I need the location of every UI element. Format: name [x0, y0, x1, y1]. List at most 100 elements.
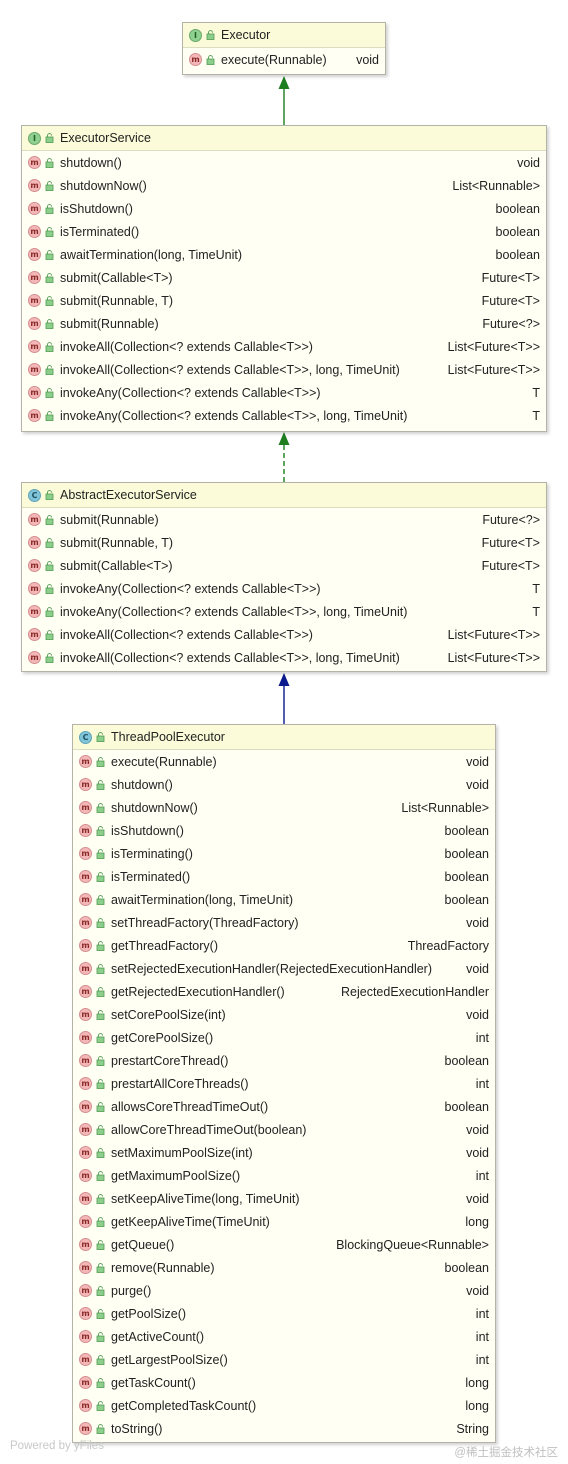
method-return-type: int	[475, 1076, 489, 1091]
method-row[interactable]: m setCorePoolSize(int) void	[73, 1003, 495, 1026]
method-row[interactable]: m invokeAll(Collection<? extends Callable…	[22, 623, 546, 646]
visibility-lock-icon	[45, 387, 54, 398]
method-row[interactable]: m getRejectedExecutionHandler() RejectedEx…	[73, 980, 495, 1003]
visibility-lock-icon	[96, 1193, 105, 1204]
method-row[interactable]: m prestartCoreThread() boolean	[73, 1049, 495, 1072]
visibility-lock-icon	[45, 249, 54, 260]
method-return-type: String	[456, 1421, 489, 1436]
method-icon: m	[28, 559, 41, 572]
method-row[interactable]: m submit(Runnable) Future<?>	[22, 312, 546, 335]
method-return-type: RejectedExecutionHandler	[340, 984, 489, 999]
method-return-type: boolean	[444, 1053, 490, 1068]
method-row[interactable]: m isTerminated() boolean	[73, 865, 495, 888]
method-row[interactable]: m getLargestPoolSize() int	[73, 1348, 495, 1371]
method-name: submit(Callable<T>)	[60, 270, 173, 285]
method-name: purge()	[111, 1283, 152, 1298]
method-name: execute(Runnable)	[221, 52, 327, 67]
method-name: submit(Runnable, T)	[60, 293, 174, 308]
method-row[interactable]: m execute(Runnable) void	[183, 48, 385, 71]
method-row[interactable]: m getPoolSize() int	[73, 1302, 495, 1325]
visibility-lock-icon	[45, 318, 54, 329]
method-row[interactable]: m getCorePoolSize() int	[73, 1026, 495, 1049]
method-row[interactable]: m setThreadFactory(ThreadFactory) void	[73, 911, 495, 934]
visibility-lock-icon	[45, 490, 54, 500]
method-row[interactable]: m awaitTermination(long, TimeUnit) boolean	[22, 243, 546, 266]
method-return-type: boolean	[495, 247, 541, 262]
method-row[interactable]: m getMaximumPoolSize() int	[73, 1164, 495, 1187]
method-row[interactable]: m isTerminated() boolean	[22, 220, 546, 243]
threadpoolexecutor-class-box[interactable]: C ThreadPoolExecutor m execute(Runnable) v…	[72, 724, 496, 1443]
method-row[interactable]: m invokeAny(Collection<? extends Callable…	[22, 577, 546, 600]
method-row[interactable]: m submit(Callable<T>) Future<T>	[22, 266, 546, 289]
visibility-lock-icon	[96, 1239, 105, 1250]
method-icon: m	[79, 1031, 92, 1044]
executorservice-class-box[interactable]: I ExecutorService m shutdown() void m shutdo…	[21, 125, 547, 432]
method-icon: m	[79, 1077, 92, 1090]
method-name: isTerminated()	[111, 869, 191, 884]
method-row[interactable]: m toString() String	[73, 1417, 495, 1440]
method-row[interactable]: m shutdownNow() List<Runnable>	[73, 796, 495, 819]
method-name: awaitTermination(long, TimeUnit)	[60, 247, 243, 262]
method-icon: m	[79, 778, 92, 791]
method-row[interactable]: m invokeAny(Collection<? extends Callable…	[22, 404, 546, 427]
method-row[interactable]: m allowsCoreThreadTimeOut() boolean	[73, 1095, 495, 1118]
visibility-lock-icon	[96, 825, 105, 836]
method-row[interactable]: m isShutdown() boolean	[73, 819, 495, 842]
method-return-type: List<Runnable>	[452, 178, 540, 193]
method-row[interactable]: m invokeAny(Collection<? extends Callable…	[22, 381, 546, 404]
method-name: submit(Callable<T>)	[60, 558, 173, 573]
executorservice-header: I ExecutorService	[22, 126, 546, 151]
method-row[interactable]: m getQueue() BlockingQueue<Runnable>	[73, 1233, 495, 1256]
method-row[interactable]: m getThreadFactory() ThreadFactory	[73, 934, 495, 957]
threadpoolexecutor-header: C ThreadPoolExecutor	[73, 725, 495, 750]
method-row[interactable]: m execute(Runnable) void	[73, 750, 495, 773]
method-row[interactable]: m getActiveCount() int	[73, 1325, 495, 1348]
method-return-type: int	[475, 1030, 489, 1045]
method-name: invokeAll(Collection<? extends Callable<…	[60, 339, 313, 354]
method-name: execute(Runnable)	[111, 754, 217, 769]
method-name: prestartCoreThread()	[111, 1053, 229, 1068]
method-row[interactable]: m isTerminating() boolean	[73, 842, 495, 865]
method-row[interactable]: m setKeepAliveTime(long, TimeUnit) void	[73, 1187, 495, 1210]
method-row[interactable]: m shutdownNow() List<Runnable>	[22, 174, 546, 197]
arrowhead-executorservice	[278, 432, 290, 445]
method-name: setCorePoolSize(int)	[111, 1007, 226, 1022]
method-row[interactable]: m getKeepAliveTime(TimeUnit) long	[73, 1210, 495, 1233]
method-row[interactable]: m awaitTermination(long, TimeUnit) boolean	[73, 888, 495, 911]
method-icon: m	[28, 363, 41, 376]
method-row[interactable]: m setRejectedExecutionHandler(RejectedExe…	[73, 957, 495, 980]
method-row[interactable]: m remove(Runnable) boolean	[73, 1256, 495, 1279]
method-row[interactable]: m invokeAll(Collection<? extends Callable…	[22, 335, 546, 358]
method-row[interactable]: m submit(Callable<T>) Future<T>	[22, 554, 546, 577]
method-row[interactable]: m submit(Runnable, T) Future<T>	[22, 531, 546, 554]
method-icon: m	[79, 1100, 92, 1113]
method-row[interactable]: m getTaskCount() long	[73, 1371, 495, 1394]
method-row[interactable]: m purge() void	[73, 1279, 495, 1302]
arrowhead-executor	[278, 76, 290, 89]
method-row[interactable]: m shutdown() void	[73, 773, 495, 796]
method-row[interactable]: m submit(Runnable, T) Future<T>	[22, 289, 546, 312]
method-name: submit(Runnable)	[60, 512, 159, 527]
method-name: isShutdown()	[60, 201, 133, 216]
method-row[interactable]: m prestartAllCoreThreads() int	[73, 1072, 495, 1095]
method-return-type: void	[466, 1283, 489, 1298]
method-row[interactable]: m isShutdown() boolean	[22, 197, 546, 220]
method-name: isTerminating()	[111, 846, 193, 861]
method-name: setThreadFactory(ThreadFactory)	[111, 915, 299, 930]
method-row[interactable]: m submit(Runnable) Future<?>	[22, 508, 546, 531]
method-row[interactable]: m invokeAll(Collection<? extends Callable…	[22, 358, 546, 381]
abstractexecutorservice-class-box[interactable]: C AbstractExecutorService m submit(Runnab…	[21, 482, 547, 672]
method-row[interactable]: m getCompletedTaskCount() long	[73, 1394, 495, 1417]
executor-class-box[interactable]: I Executor m execute(Runnable) void	[182, 22, 386, 75]
method-row[interactable]: m invokeAny(Collection<? extends Callable…	[22, 600, 546, 623]
method-row[interactable]: m shutdown() void	[22, 151, 546, 174]
method-name: getThreadFactory()	[111, 938, 218, 953]
method-row[interactable]: m invokeAll(Collection<? extends Callable…	[22, 646, 546, 669]
method-icon: m	[79, 962, 92, 975]
method-icon: m	[79, 824, 92, 837]
method-row[interactable]: m setMaximumPoolSize(int) void	[73, 1141, 495, 1164]
method-row[interactable]: m allowCoreThreadTimeOut(boolean) void	[73, 1118, 495, 1141]
visibility-lock-icon	[96, 1170, 105, 1181]
interface-icon: I	[28, 131, 41, 145]
method-return-type: int	[475, 1306, 489, 1321]
